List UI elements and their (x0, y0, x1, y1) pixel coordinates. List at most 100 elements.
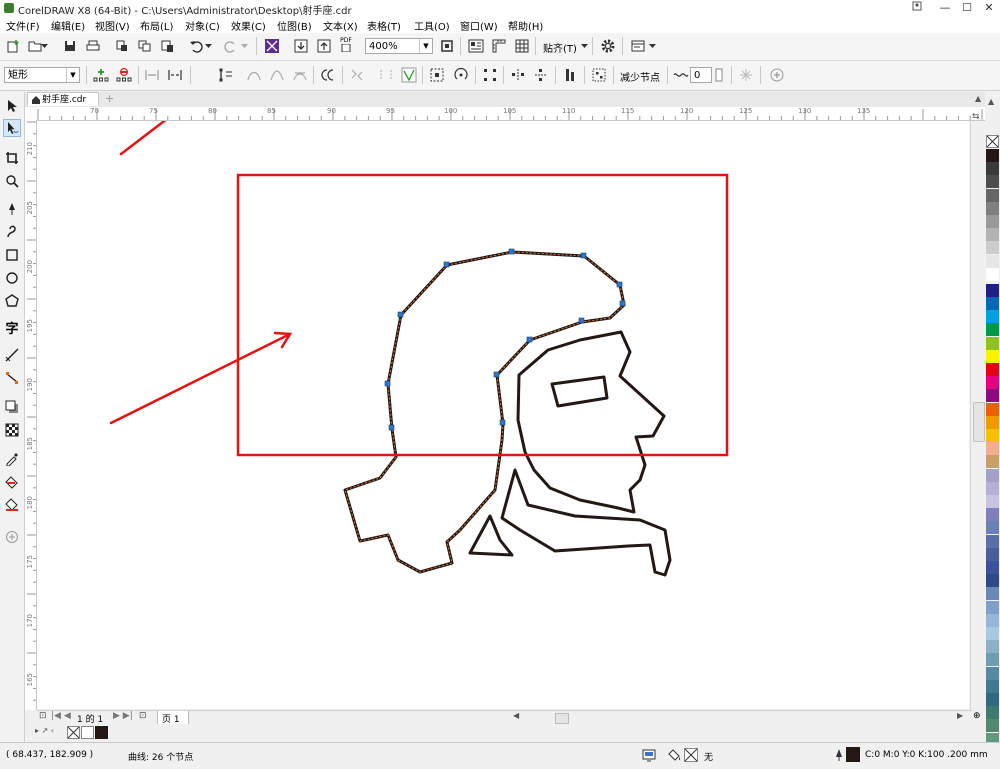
zoom-tool-icon[interactable] (3, 172, 21, 190)
shape-tool-icon[interactable] (3, 119, 21, 137)
eyedropper-tool-icon[interactable] (3, 450, 21, 468)
palette-swatch[interactable] (986, 534, 999, 548)
add-node-icon[interactable] (92, 66, 110, 84)
extend-curve-icon[interactable] (377, 66, 395, 84)
redo-icon[interactable] (222, 37, 240, 55)
rectangle-tool-icon[interactable] (3, 246, 21, 264)
elastic-mode-icon[interactable] (561, 66, 579, 84)
palette-swatch[interactable] (986, 481, 999, 495)
pick-tool-icon[interactable] (3, 97, 21, 115)
print-icon[interactable] (84, 37, 102, 55)
menu-edit[interactable]: 编辑(E) (51, 18, 85, 33)
menu-text[interactable]: 文本(X) (323, 18, 358, 33)
zoom-level-combo[interactable]: 400% ▼ (365, 38, 433, 54)
mirror-vertical-icon[interactable] (532, 66, 550, 84)
palette-swatch[interactable] (986, 188, 999, 202)
palette-swatch[interactable] (986, 653, 999, 667)
outline-color-swatch[interactable] (846, 747, 860, 762)
node-sparkle-icon[interactable] (737, 66, 755, 84)
menu-tools[interactable]: 工具(O) (414, 18, 450, 33)
minimize-button[interactable]: — (935, 1, 955, 15)
add-tool-icon[interactable] (3, 528, 21, 546)
save-icon[interactable] (61, 37, 79, 55)
cut-icon[interactable] (113, 37, 131, 55)
menu-layout[interactable]: 布局(L) (140, 18, 173, 33)
palette-swatch[interactable] (986, 241, 999, 255)
chevron-down-icon[interactable]: ▼ (419, 39, 432, 53)
select-all-nodes-icon[interactable] (590, 66, 608, 84)
no-color-swatch-icon[interactable] (986, 135, 999, 148)
undo-icon[interactable] (187, 37, 205, 55)
full-screen-preview-icon[interactable] (467, 37, 485, 55)
crop-tool-icon[interactable] (3, 149, 21, 167)
copy-icon[interactable] (136, 37, 154, 55)
open-dropdown-icon[interactable] (40, 37, 48, 55)
reduce-nodes-button[interactable]: 减少节点 (620, 69, 660, 84)
paste-icon[interactable] (158, 37, 176, 55)
palette-swatch[interactable] (986, 267, 999, 281)
new-tab-button[interactable]: + (105, 92, 114, 105)
menu-bitmaps[interactable]: 位图(B) (277, 18, 312, 33)
show-rulers-icon[interactable] (490, 37, 508, 55)
show-grid-icon[interactable] (513, 37, 531, 55)
artistic-media-tool-icon[interactable] (3, 223, 21, 241)
polygon-tool-icon[interactable] (3, 292, 21, 310)
palette-swatch[interactable] (986, 587, 999, 601)
palette-swatch[interactable] (986, 297, 999, 310)
palette-swatch[interactable] (986, 389, 999, 403)
sagittarius-inner-shape[interactable] (516, 330, 666, 514)
snap-dropdown-icon[interactable] (580, 37, 588, 55)
palette-swatch[interactable] (986, 627, 999, 640)
reverse-direction-icon[interactable] (348, 66, 366, 84)
document-black-swatch[interactable] (95, 726, 108, 739)
vertical-scroll-thumb[interactable] (973, 402, 985, 442)
document-tab[interactable]: 射手座.cdr (27, 92, 99, 106)
sagittarius-eye-shape[interactable] (550, 375, 609, 408)
menu-view[interactable]: 视图(V) (95, 18, 130, 33)
launcher-dropdown-icon[interactable] (648, 37, 656, 55)
drop-shadow-tool-icon[interactable] (3, 398, 21, 416)
rotate-skew-nodes-icon[interactable] (452, 66, 470, 84)
palette-swatch[interactable] (986, 149, 999, 162)
palette-swatch[interactable] (986, 561, 999, 574)
stretch-scale-nodes-icon[interactable] (428, 66, 446, 84)
smooth-node-icon[interactable] (291, 66, 309, 84)
palette-swatch[interactable] (986, 706, 999, 720)
menu-window[interactable]: 窗口(W) (460, 18, 498, 33)
freehand-tool-icon[interactable] (3, 200, 21, 218)
page-first-icon[interactable]: ⊡ (39, 711, 47, 721)
transparency-tool-icon[interactable] (3, 421, 21, 439)
palette-swatch[interactable] (986, 215, 999, 228)
palette-swatch[interactable] (986, 349, 999, 363)
smoothing-value-field[interactable]: 0 (690, 67, 712, 83)
scroll-right-icon[interactable]: ▶ (957, 711, 963, 720)
palette-swatch[interactable] (986, 429, 999, 442)
page-previous-icon[interactable]: |◀ ◀ (51, 711, 71, 721)
redo-dropdown-icon[interactable] (240, 37, 248, 55)
color-proofing-icon[interactable] (642, 748, 656, 762)
palette-swatch[interactable] (986, 162, 999, 176)
close-curve-icon[interactable] (400, 66, 418, 84)
palette-swatch[interactable] (986, 442, 999, 456)
interactive-fill-tool-icon[interactable] (3, 473, 21, 491)
delete-node-icon[interactable] (115, 66, 133, 84)
drawing-canvas[interactable] (37, 121, 969, 709)
close-button[interactable]: ✕ (979, 1, 999, 15)
mirror-horizontal-icon[interactable] (509, 66, 527, 84)
palette-swatch[interactable] (986, 175, 999, 189)
menu-file[interactable]: 文件(F) (6, 18, 40, 33)
palette-swatch[interactable] (986, 679, 999, 693)
publish-pdf-icon[interactable]: PDF (337, 36, 355, 54)
scroll-left-icon[interactable]: ◀ (513, 711, 519, 720)
zoom-to-page-icon[interactable] (438, 37, 456, 55)
document-white-swatch[interactable] (81, 726, 94, 739)
convert-to-curve-icon[interactable] (245, 66, 263, 84)
sagittarius-collar-shape[interactable] (500, 468, 672, 577)
palette-swatch[interactable] (986, 666, 999, 680)
menu-object[interactable]: 对象(C) (185, 18, 220, 33)
palette-swatch[interactable] (986, 336, 999, 350)
palette-swatch[interactable] (986, 310, 999, 324)
palette-swatch[interactable] (986, 363, 999, 376)
application-launcher-icon[interactable] (629, 37, 647, 55)
symmetrical-node-icon[interactable] (319, 66, 337, 84)
